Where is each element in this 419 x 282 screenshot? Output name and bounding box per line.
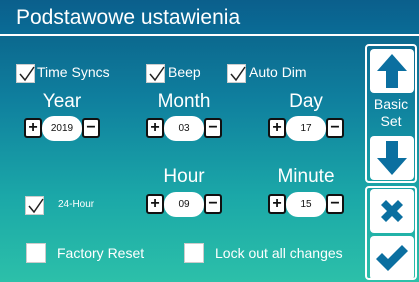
month-decrement-button[interactable]: − [204, 118, 222, 138]
checkmark-icon [28, 198, 44, 214]
month-stepper: + 03 − [146, 116, 222, 141]
minute-decrement-button[interactable]: − [326, 194, 344, 214]
hour-increment-button[interactable]: + [146, 194, 164, 214]
auto-dim-checkbox[interactable] [227, 64, 246, 83]
month-value[interactable]: 03 [164, 116, 204, 141]
hour-stepper: + 09 − [146, 192, 222, 217]
day-stepper: + 17 − [268, 116, 344, 141]
hour-decrement-button[interactable]: − [204, 194, 222, 214]
minute-stepper: + 15 − [268, 192, 344, 217]
cancel-button[interactable] [370, 189, 414, 233]
day-heading: Day [289, 91, 323, 112]
arrow-down-icon [377, 141, 407, 175]
page-label-line1: Basic [373, 96, 409, 112]
page-label: Basic Set [366, 96, 416, 130]
day-increment-button[interactable]: + [268, 118, 286, 138]
month-heading: Month [157, 91, 211, 112]
title-bar: Podstawowe ustawienia [0, 0, 419, 36]
minute-value[interactable]: 15 [286, 192, 326, 217]
factory-reset-label: Factory Reset [57, 245, 145, 261]
day-decrement-button[interactable]: − [326, 118, 344, 138]
year-increment-button[interactable]: + [24, 118, 42, 138]
checkmark-icon [149, 66, 165, 82]
lock-out-label: Lock out all changes [215, 245, 343, 261]
factory-reset-checkbox[interactable] [26, 243, 46, 263]
checkmark-icon [230, 66, 246, 82]
x-icon [381, 200, 403, 222]
confirm-button[interactable] [370, 236, 414, 280]
auto-dim-label: Auto Dim [249, 64, 307, 80]
time-syncs-label: Time Syncs [37, 64, 110, 80]
minute-increment-button[interactable]: + [268, 194, 286, 214]
24-hour-checkbox[interactable] [25, 196, 44, 215]
arrow-up-icon [377, 54, 407, 88]
settings-screen: Podstawowe ustawienia Time Syncs Beep Au… [0, 0, 419, 282]
time-syncs-checkbox[interactable] [16, 64, 35, 83]
year-stepper: + 2019 − [24, 116, 100, 141]
hour-heading: Hour [163, 166, 205, 187]
page-up-button[interactable] [370, 49, 414, 93]
year-decrement-button[interactable]: − [82, 118, 100, 138]
check-icon [376, 245, 408, 271]
page-title: Podstawowe ustawienia [16, 6, 241, 29]
checkmark-icon [19, 66, 35, 82]
day-value[interactable]: 17 [286, 116, 326, 141]
beep-checkbox[interactable] [146, 64, 165, 83]
year-value[interactable]: 2019 [42, 116, 82, 141]
lock-out-checkbox[interactable] [184, 243, 204, 263]
minute-heading: Minute [277, 166, 335, 187]
page-label-line2: Set [380, 113, 402, 129]
page-down-button[interactable] [370, 136, 414, 180]
year-heading: Year [42, 91, 82, 112]
24-hour-label: 24-Hour [58, 199, 95, 210]
month-increment-button[interactable]: + [146, 118, 164, 138]
hour-value[interactable]: 09 [164, 192, 204, 217]
beep-label: Beep [168, 64, 201, 80]
